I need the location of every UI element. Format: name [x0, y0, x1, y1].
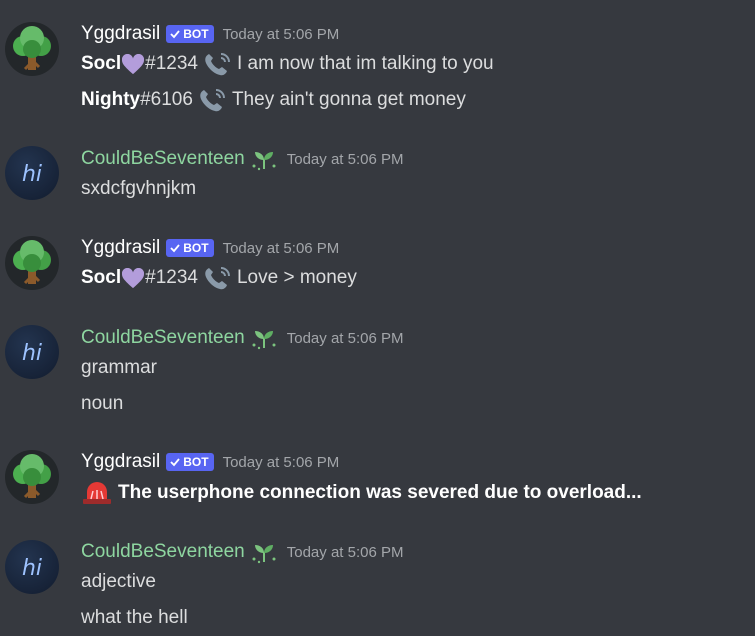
caller-name: Nighty: [81, 89, 141, 110]
avatar[interactable]: hi: [5, 325, 59, 379]
sprout-icon: [252, 545, 276, 564]
tree-icon: [13, 26, 51, 71]
sprout-icon: [252, 331, 276, 350]
timestamp[interactable]: Today at 5:06 PM: [223, 26, 340, 43]
checkmark-icon: [170, 244, 180, 253]
avatar-text: hi: [22, 341, 42, 366]
hi-avatar: hi: [22, 556, 42, 581]
message-header: CouldBeSeventeen Today at 5:06 PM: [81, 146, 403, 172]
message-header: Yggdrasil BOT Today at 5:06 PM: [81, 449, 339, 475]
hi-avatar: hi: [22, 162, 42, 187]
timestamp[interactable]: Today at 5:06 PM: [287, 544, 404, 561]
message-text: noun: [81, 393, 124, 414]
timestamp[interactable]: Today at 5:06 PM: [223, 240, 340, 257]
message-header: Yggdrasil BOT Today at 5:06 PM: [81, 21, 339, 47]
timestamp[interactable]: Today at 5:06 PM: [287, 330, 404, 347]
message-line: Socl #1234 I am now that im talking to y…: [81, 49, 494, 79]
hi-avatar: hi: [22, 341, 42, 366]
message-line: Socl #1234 Love > money: [81, 263, 357, 293]
caller-tag: #6106: [140, 89, 193, 110]
message-line: what the hell: [81, 603, 188, 633]
rotating-light-icon: [83, 482, 111, 504]
bot-badge: BOT: [166, 453, 214, 471]
username[interactable]: Yggdrasil: [81, 23, 160, 45]
message-header: CouldBeSeventeen Today at 5:06 PM: [81, 539, 403, 565]
message-header: Yggdrasil BOT Today at 5:06 PM: [81, 235, 339, 261]
telephone-receiver-icon: [200, 89, 225, 112]
message-text: Love > money: [236, 267, 357, 288]
message-line: The userphone connection was severed due…: [81, 478, 642, 508]
username[interactable]: CouldBeSeventeen: [81, 148, 245, 170]
caller-tag: #1234: [145, 267, 198, 288]
avatar-text: hi: [22, 556, 42, 581]
timestamp[interactable]: Today at 5:06 PM: [287, 151, 404, 168]
username[interactable]: Yggdrasil: [81, 451, 160, 473]
telephone-receiver-icon: [205, 267, 230, 290]
telephone-receiver-icon: [205, 53, 230, 76]
caller-name: Socl: [81, 267, 122, 288]
bot-badge: BOT: [166, 25, 214, 43]
message-text: adjective: [81, 571, 156, 592]
bot-badge-label: BOT: [183, 455, 209, 469]
avatar[interactable]: hi: [5, 146, 59, 200]
avatar[interactable]: [5, 236, 59, 290]
message-text: sxdcfgvhnjkm: [81, 178, 197, 199]
username[interactable]: CouldBeSeventeen: [81, 327, 245, 349]
sprout-icon: [252, 152, 276, 171]
message-text: They ain't gonna get money: [231, 89, 466, 110]
avatar[interactable]: [5, 22, 59, 76]
message-line: adjective: [81, 567, 156, 597]
timestamp[interactable]: Today at 5:06 PM: [223, 454, 340, 471]
message-line: noun: [81, 389, 123, 419]
message-header: CouldBeSeventeen Today at 5:06 PM: [81, 325, 403, 351]
checkmark-icon: [170, 458, 180, 467]
bot-badge: BOT: [166, 239, 214, 257]
bot-badge-label: BOT: [183, 241, 209, 255]
username[interactable]: Yggdrasil: [81, 237, 160, 259]
caller-name: Socl: [81, 53, 122, 74]
message-line: Nighty #6106 They ain't gonna get money: [81, 85, 466, 115]
message-line: sxdcfgvhnjkm: [81, 174, 196, 204]
avatar[interactable]: [5, 450, 59, 504]
tree-icon: [13, 240, 51, 285]
username[interactable]: CouldBeSeventeen: [81, 541, 245, 563]
message-text: grammar: [81, 357, 158, 378]
purple-heart-icon: [122, 268, 145, 289]
purple-heart-icon: [122, 54, 145, 75]
checkmark-icon: [170, 30, 180, 39]
message-text: The userphone connection was severed due…: [118, 482, 642, 503]
avatar-text: hi: [22, 162, 42, 187]
caller-tag: #1234: [145, 53, 198, 74]
tree-icon: [13, 454, 51, 499]
message-line: grammar: [81, 353, 157, 383]
message-text: what the hell: [81, 607, 188, 628]
avatar[interactable]: hi: [5, 540, 59, 594]
bot-badge-label: BOT: [183, 27, 209, 41]
message-text: I am now that im talking to you: [236, 53, 494, 74]
